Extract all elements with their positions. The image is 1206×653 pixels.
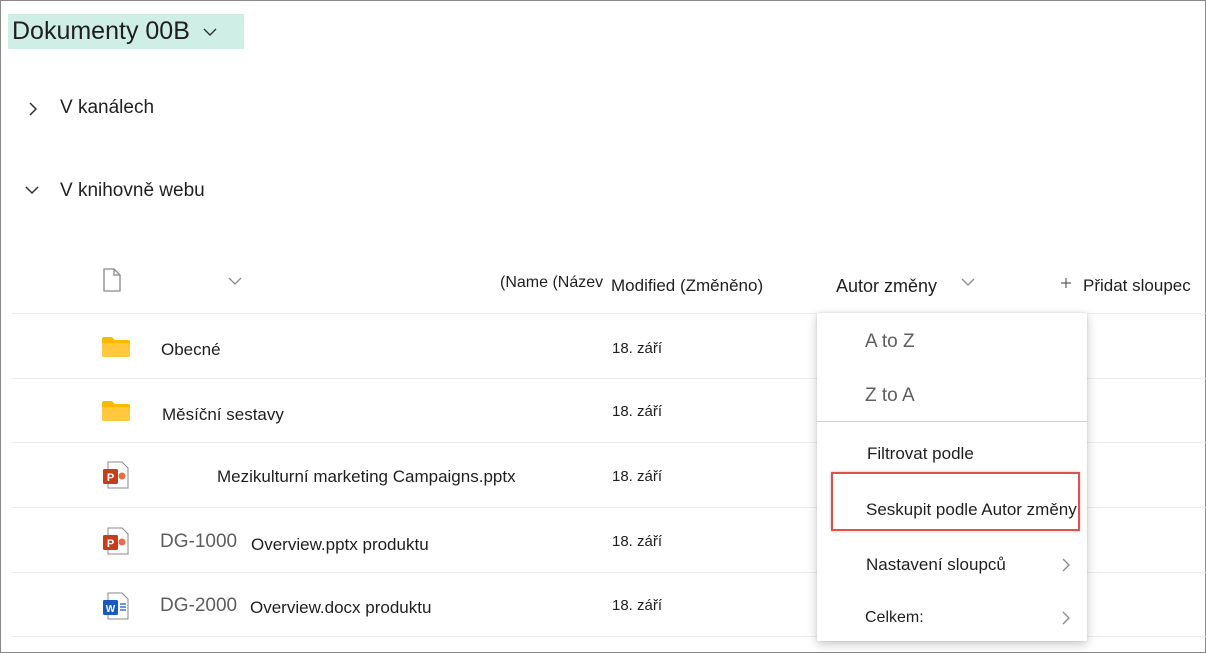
file-name-link[interactable]: Overview.docx produktu <box>250 598 431 618</box>
powerpoint-icon: P <box>102 527 130 555</box>
file-name-link[interactable]: Obecné <box>161 340 221 360</box>
menu-item-label: Z to A <box>865 385 915 406</box>
modified-date: 18. září <box>612 340 663 357</box>
add-column-button[interactable]: Přidat sloupec <box>1083 276 1191 296</box>
file-type-icon[interactable] <box>102 268 122 292</box>
highlight-callout-box <box>831 472 1080 531</box>
menu-item-label: Celkem: <box>865 609 924 626</box>
chevron-right-icon <box>26 101 40 116</box>
chevron-down-icon <box>24 184 40 198</box>
section-site-library[interactable]: V knihovně webu <box>24 180 205 202</box>
section-channels[interactable]: V kanálech <box>26 97 154 119</box>
add-icon[interactable] <box>1060 277 1072 289</box>
column-header-author[interactable]: Autor změny <box>836 276 937 297</box>
menu-divider <box>817 421 1087 422</box>
menu-item-column-settings[interactable]: Nastavení sloupců <box>817 548 1087 582</box>
svg-text:W: W <box>106 604 116 615</box>
menu-item-label: Nastavení sloupců <box>866 555 1006 574</box>
file-name-link[interactable]: Mezikulturní marketing Campaigns.pptx <box>217 467 516 487</box>
svg-text:P: P <box>107 538 114 550</box>
chevron-right-icon <box>1061 557 1071 573</box>
word-icon: W <box>102 592 130 620</box>
menu-item-label: A to Z <box>865 331 915 352</box>
modified-date: 18. září <box>612 403 663 420</box>
file-name-link[interactable]: Overview.pptx produktu <box>251 535 429 555</box>
section-label: V knihovně webu <box>60 180 205 201</box>
powerpoint-icon: P <box>102 461 130 489</box>
chevron-down-icon[interactable] <box>960 277 976 287</box>
column-header-name[interactable]: (Name (Název <box>500 274 603 292</box>
menu-item-filter-by[interactable]: Filtrovat podle <box>817 437 1087 471</box>
modified-date: 18. září <box>612 597 663 614</box>
library-title: Dokumenty 00B <box>12 17 190 45</box>
menu-item-sort-ascending[interactable]: A to Z <box>817 325 1087 359</box>
modified-date: 18. září <box>612 468 663 485</box>
section-label: V kanálech <box>60 97 155 118</box>
chevron-down-icon[interactable] <box>227 276 243 286</box>
chevron-down-icon <box>202 27 218 37</box>
menu-item-sort-descending[interactable]: Z to A <box>817 379 1087 413</box>
folder-icon <box>101 336 131 358</box>
menu-item-totals[interactable]: Celkem: <box>817 601 1087 635</box>
menu-item-label: Filtrovat podle <box>867 444 974 463</box>
svg-text:P: P <box>107 472 114 484</box>
file-name-prefix: DG-2000 <box>160 595 238 616</box>
modified-date: 18. září <box>612 533 663 550</box>
library-title-button[interactable]: Dokumenty 00B <box>8 14 244 49</box>
folder-icon <box>101 400 131 422</box>
file-name-link[interactable]: Měsíční sestavy <box>162 405 284 425</box>
chevron-right-icon <box>1061 610 1071 626</box>
file-name-prefix: DG-1000 <box>160 531 238 552</box>
column-header-modified[interactable]: Modified (Změněno) <box>611 276 763 296</box>
